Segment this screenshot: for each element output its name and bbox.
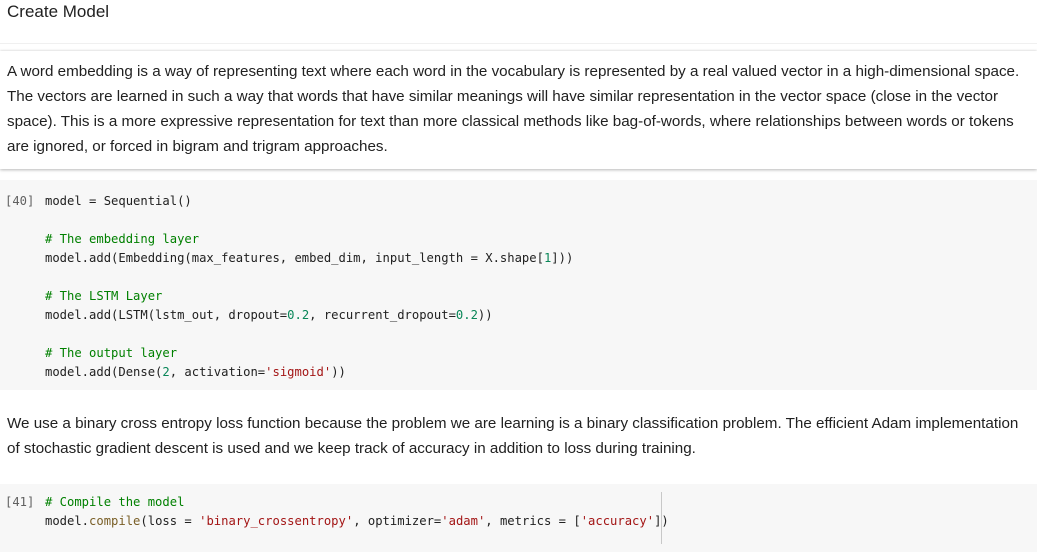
code-cell-41[interactable]: [41] # Compile the model model.compile(l… [0, 484, 1037, 552]
execution-count: [41] [5, 495, 35, 509]
code-line: model = Sequential() [45, 194, 192, 208]
code-comment: # The embedding layer [45, 232, 200, 246]
code-line: model.add(Dense(2, activation='sigmoid')… [45, 365, 346, 379]
code-line: model.add(LSTM(lstm_out, dropout=0.2, re… [45, 308, 493, 322]
markdown-cell-embedding[interactable]: A word embedding is a way of representin… [0, 51, 1037, 169]
section-title: Create Model [7, 2, 110, 21]
markdown-cell-loss[interactable]: We use a binary cross entropy loss funct… [0, 404, 1037, 464]
code-comment: # The output layer [45, 346, 178, 360]
code-line: model.add(Embedding(max_features, embed_… [45, 251, 574, 265]
execution-count: [40] [5, 194, 35, 208]
heading-cell[interactable]: Create Model [0, 0, 1037, 44]
loss-description: We use a binary cross entropy loss funct… [7, 415, 1019, 457]
code-comment: # The LSTM Layer [45, 289, 163, 303]
embedding-description: A word embedding is a way of representin… [7, 63, 1020, 155]
code-line: model.compile(loss = 'binary_crossentrop… [45, 514, 669, 528]
text-cursor [661, 492, 662, 544]
code-comment: # Compile the model [45, 495, 185, 509]
code-cell-40[interactable]: [40] model = Sequential() # The embeddin… [0, 180, 1037, 390]
